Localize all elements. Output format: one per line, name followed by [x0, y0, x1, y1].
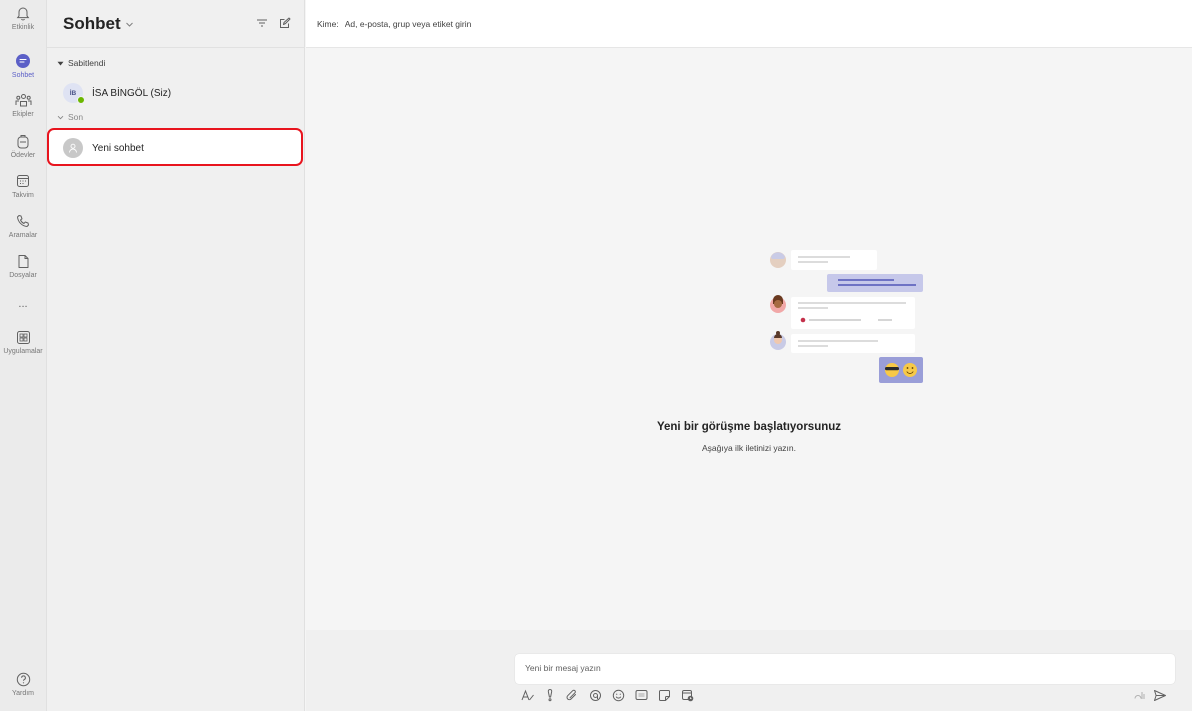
- rail-item-label: Ekipler: [12, 111, 34, 118]
- empty-state-subtitle: Aşağıya ilk iletinizi yazın.: [701, 443, 796, 453]
- gif-icon: [635, 690, 647, 700]
- rail-item-label: Etkinlik: [11, 24, 35, 31]
- phone-icon: [14, 212, 32, 230]
- rail-item-label: Yardım: [11, 690, 35, 697]
- calendar-icon: [14, 172, 32, 190]
- recipient-input[interactable]: [344, 18, 745, 29]
- recipient-label: Kime:: [317, 18, 339, 29]
- calendar-plus-icon: [681, 689, 693, 701]
- avatar-initials: İB: [69, 89, 77, 97]
- message-input[interactable]: [515, 654, 1175, 682]
- chat-main: Kime: Yeni bir görüşme b: [306, 0, 1192, 711]
- section-recent-label: Son: [68, 112, 84, 122]
- priority-button[interactable]: [542, 687, 558, 703]
- rail-item-chat[interactable]: Sohbet: [0, 48, 46, 88]
- chevron-down-icon: [57, 115, 64, 119]
- compose-icon: [280, 17, 291, 28]
- app-rail: Etkinlik Sohbet Ekipler Ödevler Takvim A…: [0, 0, 47, 711]
- file-icon: [14, 252, 32, 270]
- rail-item-help[interactable]: Yardım: [0, 666, 46, 706]
- recipient-bar: Kime:: [306, 0, 1192, 48]
- compose-area: [306, 630, 1192, 711]
- person-icon: [69, 143, 77, 153]
- apps-icon: [14, 328, 32, 346]
- chat-list-title[interactable]: Sohbet: [63, 14, 121, 34]
- rail-item-label: Takvim: [12, 192, 34, 199]
- chevron-down-icon[interactable]: [125, 16, 134, 34]
- section-pinned-label: Sabitlendi: [68, 58, 106, 68]
- rail-item-label: Aramalar: [8, 232, 38, 239]
- chat-list-panel: Sohbet Sabitlendi İB İSA BİNGÖL (Siz) So…: [47, 0, 305, 711]
- conversation-illustration: [770, 250, 923, 383]
- chat-item-new[interactable]: Yeni sohbet: [47, 133, 305, 163]
- chat-name: İSA BİNGÖL (Siz): [92, 87, 172, 99]
- empty-state-title: Yeni bir görüşme başlatıyorsunuz: [656, 421, 842, 433]
- rail-item-calls[interactable]: Aramalar: [0, 208, 46, 248]
- loop-button[interactable]: [587, 687, 603, 703]
- avatar: İB: [63, 83, 85, 104]
- dictate-icon: [1134, 692, 1144, 699]
- help-icon: [14, 670, 32, 688]
- dictate-button[interactable]: [1131, 687, 1147, 703]
- chat-icon: [14, 52, 32, 70]
- filter-button[interactable]: [253, 14, 271, 32]
- backpack-icon: [14, 132, 32, 150]
- filter-icon: [257, 19, 267, 27]
- section-recent[interactable]: Son: [57, 112, 83, 122]
- avatar: [63, 138, 83, 158]
- rail-item-files[interactable]: Dosyalar: [0, 248, 46, 288]
- caret-down-icon: [57, 61, 64, 65]
- rail-item-activity[interactable]: Etkinlik: [0, 0, 46, 40]
- attach-button[interactable]: [564, 687, 580, 703]
- loop-icon: [589, 689, 601, 701]
- format-icon: [521, 689, 534, 700]
- chat-list-header: Sohbet: [47, 0, 305, 48]
- compose-box: [515, 654, 1175, 684]
- rail-item-label: Dosyalar: [9, 272, 37, 279]
- send-icon: [1154, 689, 1166, 701]
- rail-item-label: Sohbet: [11, 72, 35, 79]
- rail-item-calendar[interactable]: Takvim: [0, 168, 46, 208]
- bell-icon: [14, 4, 32, 22]
- schedule-meeting-button[interactable]: [679, 687, 695, 703]
- gif-button[interactable]: [633, 687, 649, 703]
- more-icon: ...: [18, 298, 28, 310]
- teams-icon: [14, 91, 32, 109]
- presence-available-icon: [77, 96, 85, 104]
- rail-item-teams[interactable]: Ekipler: [0, 87, 46, 127]
- chat-name: Yeni sohbet: [92, 142, 144, 154]
- chat-item-pinned[interactable]: İB İSA BİNGÖL (Siz): [47, 78, 305, 108]
- rail-item-assignments[interactable]: Ödevler: [0, 128, 46, 168]
- emoji-button[interactable]: [610, 687, 626, 703]
- exclamation-icon: [547, 688, 553, 702]
- emoji-icon: [612, 689, 624, 701]
- send-button[interactable]: [1152, 687, 1168, 703]
- sticker-icon: [658, 689, 670, 701]
- new-chat-button[interactable]: [276, 14, 294, 32]
- rail-item-label: Uygulamalar: [3, 348, 43, 355]
- rail-item-label: Ödevler: [10, 152, 36, 159]
- rail-item-apps[interactable]: Uygulamalar: [0, 324, 46, 364]
- section-pinned[interactable]: Sabitlendi: [57, 58, 105, 68]
- sticker-button[interactable]: [656, 687, 672, 703]
- format-button[interactable]: [520, 687, 536, 703]
- paperclip-icon: [566, 689, 576, 700]
